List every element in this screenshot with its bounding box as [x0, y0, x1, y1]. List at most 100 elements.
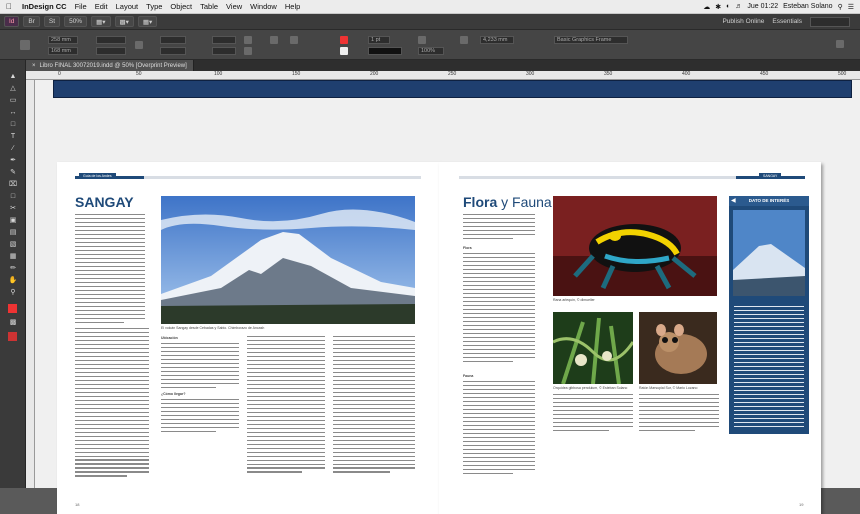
menu-view[interactable]: View [222, 2, 246, 11]
pasteboard[interactable]: Guía de los Andes SANGAY El volcán Sanga… [35, 80, 860, 514]
menu-object[interactable]: Object [166, 2, 196, 11]
scale-y-field[interactable] [160, 47, 186, 55]
wifi-icon[interactable]: ◐ [726, 3, 730, 10]
interest-box[interactable]: DATO DE INTERÉS ◀ [729, 196, 809, 434]
content-collector-icon[interactable]: □ [8, 120, 18, 129]
gradient-feather-icon[interactable]: ▧ [8, 240, 18, 249]
left-column-2b[interactable] [161, 399, 239, 484]
bluetooth-icon[interactable]: ✱ [715, 3, 721, 11]
reference-point-icon[interactable] [20, 40, 30, 50]
opacity-field[interactable]: 100% [418, 47, 444, 55]
type-tool-icon[interactable]: T [8, 132, 18, 141]
flip-icon[interactable] [244, 47, 252, 55]
volume-icon[interactable]: ♬ [735, 3, 742, 10]
panel-menu-icon[interactable] [836, 40, 844, 48]
page-tool-icon[interactable]: ▭ [8, 96, 18, 105]
left-column-1[interactable] [75, 328, 149, 484]
view-options-button[interactable]: ▦▾ [91, 16, 111, 27]
close-icon[interactable]: × [32, 63, 36, 69]
menu-list-icon[interactable]: ☰ [848, 3, 854, 11]
right-column-1[interactable] [463, 253, 535, 369]
marsupial-photo[interactable] [639, 312, 717, 384]
stock-button[interactable]: St [43, 16, 61, 27]
constrain-proportions-icon[interactable] [135, 41, 143, 49]
y-field[interactable]: 168 mm [48, 47, 78, 55]
search-stock-field[interactable] [810, 16, 850, 27]
left-column-3[interactable] [247, 336, 325, 484]
scale-x-field[interactable] [160, 36, 186, 44]
document-tab[interactable]: × Libro FINAL 30072019.indd @ 50% [Overp… [26, 60, 194, 71]
height-field[interactable] [96, 47, 126, 55]
select-container-icon[interactable] [270, 36, 278, 44]
width-field[interactable] [96, 36, 126, 44]
pen-tool-icon[interactable]: ✒ [8, 156, 18, 165]
clock-label[interactable]: Jue 01:22 [747, 3, 778, 10]
x-field[interactable]: 258 mm [48, 36, 78, 44]
right-column-1b[interactable] [463, 381, 535, 483]
menu-edit[interactable]: Edit [91, 2, 112, 11]
effects-icon[interactable] [418, 36, 426, 44]
interest-box-text[interactable] [734, 306, 804, 430]
note-tool-icon[interactable]: ▦ [8, 252, 18, 261]
right-column-2[interactable] [553, 394, 633, 484]
left-page-title[interactable]: SANGAY [75, 194, 134, 210]
stroke-type-field[interactable] [368, 47, 402, 55]
menu-app-name[interactable]: InDesign CC [18, 2, 71, 11]
text-wrap-icon[interactable] [460, 36, 468, 44]
menu-type[interactable]: Type [142, 2, 166, 11]
menu-file[interactable]: File [71, 2, 91, 11]
left-intro-text[interactable] [75, 214, 145, 326]
bridge-button[interactable]: Br [23, 16, 40, 27]
stroke-weight-field[interactable]: 1 pt [368, 36, 390, 44]
rectangle-tool-icon[interactable]: □ [8, 192, 18, 201]
right-intro-text[interactable] [463, 214, 535, 242]
selection-tool-icon[interactable]: ▲ [8, 72, 18, 81]
vertical-ruler[interactable] [26, 80, 35, 488]
select-content-icon[interactable] [290, 36, 298, 44]
workspace-switcher[interactable]: Essentials [772, 18, 802, 25]
screen-mode-button[interactable]: ▩▾ [114, 16, 134, 27]
fill-stroke-swatch-icon[interactable] [8, 304, 17, 313]
right-page[interactable]: SANGAY Flora y Fauna Flora Fauna Rana ar… [439, 162, 821, 514]
previous-spread-bottom[interactable] [53, 80, 852, 98]
rotation-field[interactable] [212, 36, 236, 44]
gradient-tool-icon[interactable]: ▤ [8, 228, 18, 237]
zoom-select[interactable]: 50% [64, 16, 88, 27]
orchid-photo[interactable] [553, 312, 633, 384]
rectangle-frame-tool-icon[interactable]: ⌧ [8, 180, 18, 189]
menu-table[interactable]: Table [196, 2, 222, 11]
stroke-swatch-icon[interactable] [340, 47, 348, 55]
apple-icon[interactable]:  [0, 2, 18, 11]
search-icon[interactable]: ⚲ [838, 3, 843, 11]
left-page[interactable]: Guía de los Andes SANGAY El volcán Sanga… [57, 162, 439, 514]
formatting-affects-icon[interactable]: ▩ [8, 318, 18, 327]
object-style-select[interactable]: Basic Graphics Frame [554, 36, 628, 44]
direct-selection-tool-icon[interactable]: △ [8, 84, 18, 93]
scissors-tool-icon[interactable]: ✂ [8, 204, 18, 213]
fill-swatch-icon[interactable] [340, 36, 348, 44]
cloud-icon[interactable]: ☁ [703, 3, 710, 11]
left-column-4[interactable] [333, 336, 415, 484]
hand-tool-icon[interactable]: ✋ [8, 276, 18, 285]
gap-tool-icon[interactable]: ↔ [8, 108, 18, 117]
line-tool-icon[interactable]: ∕ [8, 144, 18, 153]
width-value-field[interactable]: 4,233 mm [480, 36, 514, 44]
shear-field[interactable] [212, 47, 236, 55]
arrange-documents-button[interactable]: ▦▾ [137, 16, 158, 27]
horizontal-ruler[interactable]: 0 50 100 150 200 250 300 350 400 450 500 [26, 71, 860, 80]
user-name[interactable]: Esteban Solano [783, 3, 832, 10]
menu-help[interactable]: Help [281, 2, 304, 11]
eyedropper-tool-icon[interactable]: ✏ [8, 264, 18, 273]
screen-mode-icon[interactable] [8, 332, 17, 341]
rotate-icon[interactable] [244, 36, 252, 44]
right-column-3[interactable] [639, 394, 719, 484]
zoom-tool-icon[interactable]: ⚲ [8, 288, 18, 297]
menu-layout[interactable]: Layout [112, 2, 143, 11]
volcano-photo[interactable] [161, 196, 415, 324]
menu-window[interactable]: Window [246, 2, 281, 11]
free-transform-tool-icon[interactable]: ▣ [8, 216, 18, 225]
frog-photo[interactable] [553, 196, 717, 296]
right-page-title[interactable]: Flora y Fauna [463, 194, 552, 210]
pencil-tool-icon[interactable]: ✎ [8, 168, 18, 177]
publish-online-button[interactable]: Publish Online [722, 18, 764, 25]
